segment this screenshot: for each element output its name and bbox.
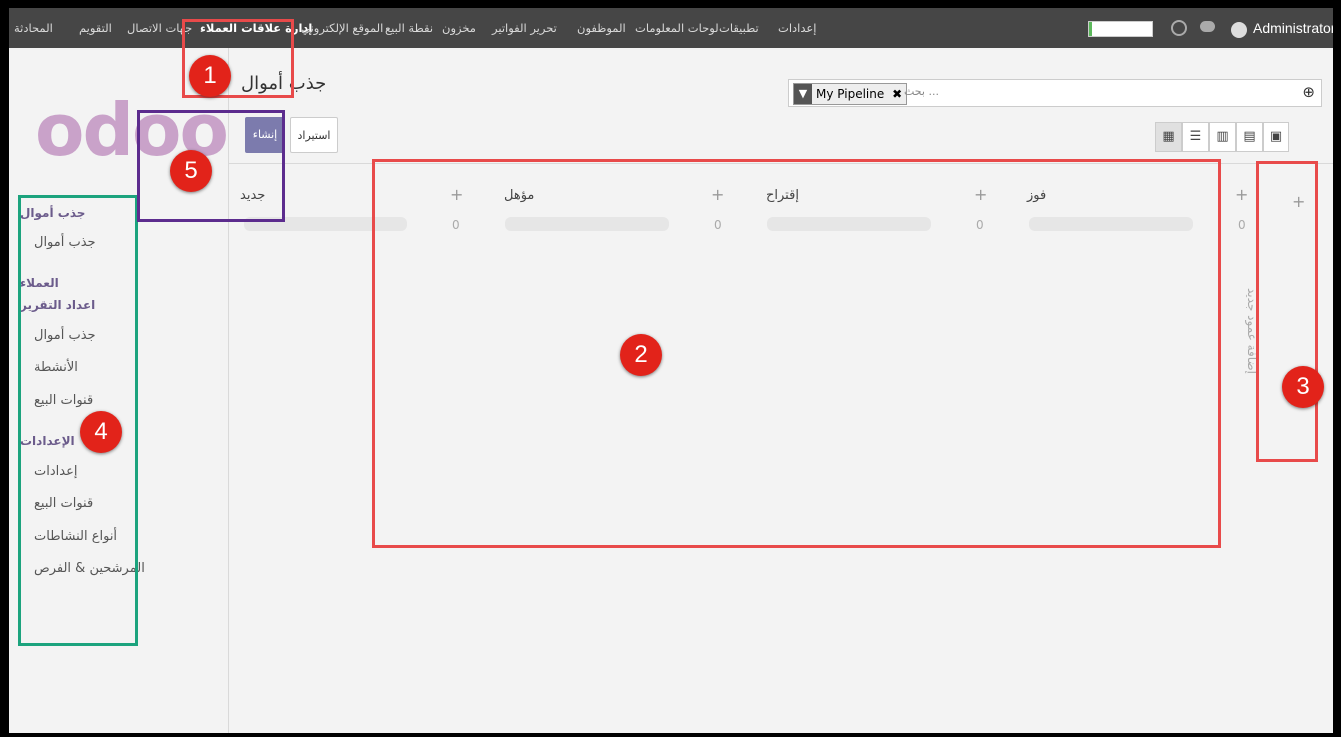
annotation-number-5: 5 [170,150,212,192]
avatar[interactable] [1231,22,1247,38]
nav-invoicing[interactable]: تحرير الفواتير [492,8,557,48]
pivot-view-icon[interactable]: ▤ [1236,122,1263,152]
facet-label: My Pipeline [816,87,885,101]
nav-settings[interactable]: إعدادات [778,8,816,48]
column-count-won: 0 [1238,218,1246,232]
list-view-icon[interactable]: ☰ [1182,122,1209,152]
nav-calendar[interactable]: التقويم [79,8,112,48]
filter-facet[interactable]: ▼ My Pipeline ✖ [793,83,908,105]
annotation-box-4 [18,195,138,646]
search-input[interactable]: بحث ... [904,85,939,98]
progress-fill [1089,22,1093,36]
calendar-view-icon[interactable]: ▣ [1263,122,1289,152]
add-card-won-icon[interactable]: + [1235,185,1248,204]
graph-view-icon[interactable]: ▥ [1209,122,1236,152]
search-icon[interactable]: ⊕ [1302,83,1315,101]
nav-employees[interactable]: الموظفون [577,8,626,48]
nav-apps[interactable]: تطبيقات [719,8,759,48]
chat-icon[interactable] [1200,21,1215,32]
progress-bar[interactable] [1088,21,1153,37]
annotation-number-1: 1 [189,55,231,97]
remove-facet-icon[interactable]: ✖ [892,87,902,101]
user-menu[interactable]: Administrator [1253,8,1333,48]
import-button[interactable]: استيراد [290,117,338,153]
annotation-number-2: 2 [620,334,662,376]
nav-dashboards[interactable]: لوحات المعلومات [635,8,719,48]
clock-icon[interactable] [1171,20,1187,36]
filter-icon: ▼ [794,84,812,104]
annotation-box-2 [372,159,1221,548]
nav-inventory[interactable]: مخزون [442,8,476,48]
nav-pos[interactable]: نقطة البيع [385,8,433,48]
app-window: المحادثة التقويم جهات الاتصال إدارة علاق… [9,8,1333,733]
kanban-view-icon[interactable]: ▦ [1155,122,1182,152]
annotation-box-3 [1256,161,1318,462]
annotation-number-4: 4 [80,411,122,453]
search-bar[interactable]: ▼ My Pipeline ✖ بحث ... ⊕ [788,79,1322,107]
annotation-number-3: 3 [1282,366,1324,408]
nav-discuss[interactable]: المحادثة [14,8,53,48]
nav-website[interactable]: الموقع الإلكتروني [301,8,383,48]
